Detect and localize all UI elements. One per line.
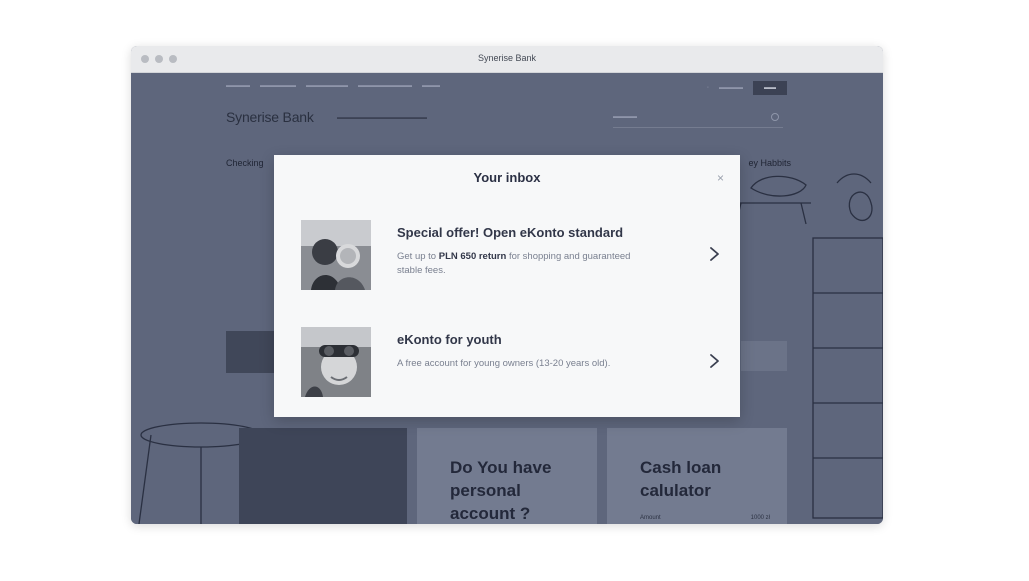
inbox-modal: Your inbox × Special offer! Open eKonto … [274,155,740,417]
item-description: A free account for young owners (13-20 y… [397,358,611,369]
chevron-right-icon[interactable] [707,244,721,264]
register-link: ▬▬▬▬ [719,85,743,91]
top-right-controls: ◦ ▬▬▬▬ ▬▬ [707,81,787,95]
window-title: Synerise Bank [477,53,537,63]
item-desc-highlight: PLN 650 return [438,251,507,262]
brand-logo: Synerise Bank [226,109,314,125]
top-nav-item: ▬▬▬▬▬▬▬ [306,83,348,89]
chevron-right-icon[interactable] [707,351,721,371]
inbox-item-ekonto-youth[interactable]: eKonto for youth A free account for youn… [301,327,721,399]
hero-input-dimmed [741,341,787,371]
search-placeholder: ▬▬▬▬ [613,114,637,120]
amount-label: Amount [640,515,661,521]
loan-calculator-card: Cash loan calulator Amount 1000 zł [607,428,787,524]
top-nav-item: ▬▬▬ [422,83,440,89]
amount-value: 1000 zł [750,515,770,521]
top-nav-item: ▬▬▬▬▬▬ [260,83,296,89]
brand-tagline: ▬▬▬▬▬▬▬▬▬▬▬▬▬▬▬ [337,115,427,121]
item-desc-prefix: Get up to [397,251,439,262]
close-icon[interactable]: × [717,171,724,185]
personal-account-card: Do You have personal account ? [417,428,597,524]
nav-item-checking: Checking [226,158,264,168]
modal-title: Your inbox [473,170,541,185]
promo-photo-card [239,428,407,524]
top-nav-item: ▬▬▬▬▬▬▬▬▬ [358,83,412,89]
language-icon: ◦ [706,85,709,91]
item-title: eKonto for youth [397,332,502,347]
calculator-row: Amount 1000 zł [640,515,770,521]
item-description: Get up to PLN 650 return for shopping an… [397,250,637,278]
search-field-dimmed: ▬▬▬▬ [613,109,783,128]
card-title: Do You have personal account ? [450,458,552,523]
youth-thumbnail-image [301,327,371,397]
top-nav-item: ▬▬▬▬ [226,83,250,89]
nav-item-money-habits: ey Habbits [748,158,791,168]
top-navigation: ▬▬▬▬ ▬▬▬▬▬▬ ▬▬▬▬▬▬▬ ▬▬▬▬▬▬▬▬▬ ▬▬▬ [226,83,440,89]
window-titlebar: Synerise Bank [131,46,883,73]
inbox-item-special-offer[interactable]: Special offer! Open eKonto standard Get … [301,220,721,292]
card-title: Cash loan calulator [640,458,722,500]
offer-thumbnail-image [301,220,371,290]
item-title: Special offer! Open eKonto standard [397,225,624,240]
search-icon [771,113,779,121]
login-button: ▬▬ [753,81,787,95]
